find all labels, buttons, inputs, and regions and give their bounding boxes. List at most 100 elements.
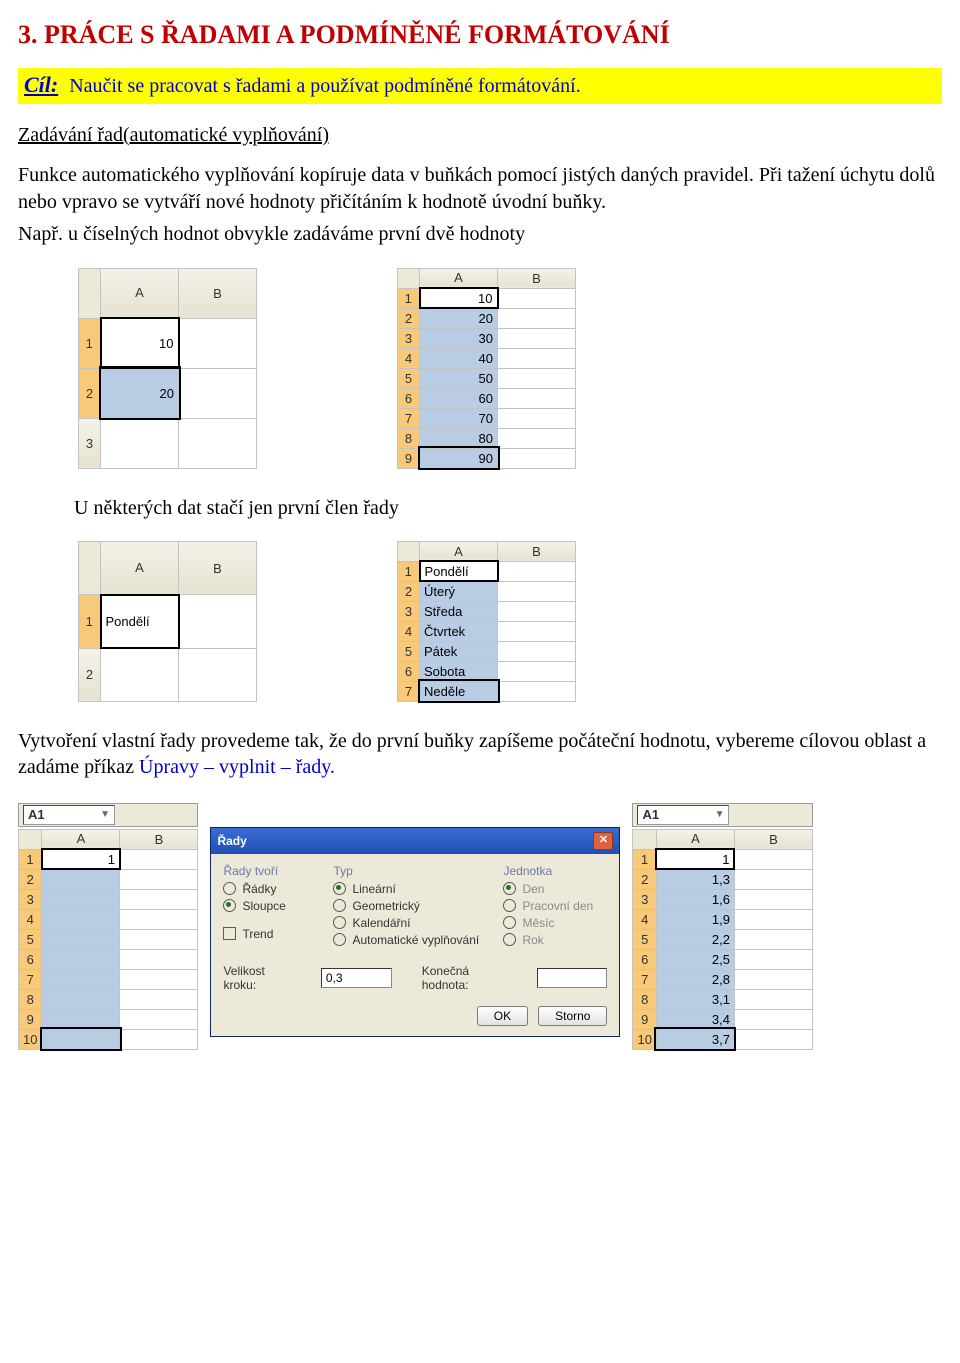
cell[interactable]	[734, 929, 812, 949]
end-input[interactable]	[537, 968, 608, 988]
row-header[interactable]: 7	[398, 408, 420, 428]
row-header[interactable]: 5	[633, 929, 656, 949]
cell[interactable]	[179, 648, 257, 701]
cell[interactable]	[498, 661, 576, 681]
cell[interactable]	[42, 969, 120, 989]
cell[interactable]: 3,4	[656, 1009, 734, 1029]
row-header[interactable]: 7	[19, 969, 42, 989]
cell[interactable]: Úterý	[420, 581, 498, 601]
cell[interactable]	[42, 1009, 120, 1029]
cell[interactable]: 80	[420, 428, 498, 448]
row-header[interactable]: 2	[633, 869, 656, 889]
cell[interactable]	[179, 595, 257, 648]
cell[interactable]	[734, 869, 812, 889]
cell[interactable]: 40	[420, 348, 498, 368]
col-header[interactable]: A	[101, 268, 179, 318]
name-box[interactable]: A1 ▼	[23, 805, 115, 825]
cell[interactable]	[120, 1029, 198, 1049]
col-header[interactable]: A	[42, 829, 120, 849]
cell[interactable]	[734, 1029, 812, 1049]
cell[interactable]: 2,2	[656, 929, 734, 949]
ok-button[interactable]: OK	[477, 1006, 528, 1026]
cell[interactable]	[42, 989, 120, 1009]
cell[interactable]	[120, 929, 198, 949]
cell[interactable]	[734, 989, 812, 1009]
radio-radky[interactable]: Řádky	[223, 882, 313, 896]
cell[interactable]	[734, 889, 812, 909]
row-header[interactable]: 6	[398, 388, 420, 408]
cell[interactable]	[179, 368, 257, 418]
cell[interactable]: 20	[101, 368, 179, 418]
cell[interactable]	[42, 929, 120, 949]
cell[interactable]	[101, 418, 179, 468]
checkbox-trend[interactable]: Trend	[223, 927, 313, 941]
cell[interactable]	[734, 1009, 812, 1029]
cell[interactable]	[498, 288, 576, 308]
col-header[interactable]: A	[420, 541, 498, 561]
cell[interactable]	[179, 318, 257, 368]
cell[interactable]	[120, 909, 198, 929]
col-header[interactable]: A	[101, 541, 179, 594]
cell[interactable]	[120, 969, 198, 989]
cell[interactable]: 1,9	[656, 909, 734, 929]
row-header[interactable]: 5	[19, 929, 42, 949]
row-header[interactable]: 2	[79, 368, 101, 418]
cell[interactable]	[498, 328, 576, 348]
row-header[interactable]: 7	[398, 681, 420, 701]
cell[interactable]: 90	[420, 448, 498, 468]
cell[interactable]	[42, 869, 120, 889]
cell[interactable]	[498, 308, 576, 328]
cell[interactable]: 2,8	[656, 969, 734, 989]
row-header[interactable]: 6	[398, 661, 420, 681]
cell[interactable]: Pátek	[420, 641, 498, 661]
row-header[interactable]: 3	[19, 889, 42, 909]
cell[interactable]: Neděle	[420, 681, 498, 701]
cell[interactable]	[120, 869, 198, 889]
cell[interactable]: Čtvrtek	[420, 621, 498, 641]
row-header[interactable]: 1	[79, 318, 101, 368]
cell[interactable]	[498, 681, 576, 701]
cell[interactable]: 70	[420, 408, 498, 428]
row-header[interactable]: 1	[79, 595, 101, 648]
row-header[interactable]: 9	[19, 1009, 42, 1029]
cell[interactable]: 3,7	[656, 1029, 734, 1049]
row-header[interactable]: 2	[398, 581, 420, 601]
col-header[interactable]: A	[420, 268, 498, 288]
row-header[interactable]: 10	[19, 1029, 42, 1049]
row-header[interactable]: 8	[19, 989, 42, 1009]
cell[interactable]: 1	[42, 849, 120, 869]
col-header[interactable]: B	[179, 268, 257, 318]
col-header[interactable]: B	[498, 541, 576, 561]
radio-autovypln[interactable]: Automatické vyplňování	[333, 933, 483, 947]
cell[interactable]	[179, 418, 257, 468]
row-header[interactable]: 3	[633, 889, 656, 909]
cell[interactable]	[498, 581, 576, 601]
radio-geometricky[interactable]: Geometrický	[333, 899, 483, 913]
row-header[interactable]: 7	[633, 969, 656, 989]
row-header[interactable]: 1	[398, 288, 420, 308]
cell[interactable]: 10	[101, 318, 179, 368]
cell[interactable]	[498, 641, 576, 661]
row-header[interactable]: 3	[398, 328, 420, 348]
col-header[interactable]: B	[179, 541, 257, 594]
radio-sloupce[interactable]: Sloupce	[223, 899, 313, 913]
cell[interactable]: 20	[420, 308, 498, 328]
col-header[interactable]: B	[734, 829, 812, 849]
row-header[interactable]: 6	[19, 949, 42, 969]
cell[interactable]: 60	[420, 388, 498, 408]
cell[interactable]: 30	[420, 328, 498, 348]
cell[interactable]	[42, 949, 120, 969]
cell[interactable]	[498, 408, 576, 428]
close-icon[interactable]: ✕	[593, 832, 613, 850]
row-header[interactable]: 4	[398, 621, 420, 641]
cell[interactable]: 2,5	[656, 949, 734, 969]
row-header[interactable]: 2	[19, 869, 42, 889]
cell[interactable]	[498, 621, 576, 641]
row-header[interactable]: 1	[633, 849, 656, 869]
cell[interactable]	[498, 561, 576, 581]
step-input[interactable]: 0,3	[321, 968, 392, 988]
cell[interactable]: 1,3	[656, 869, 734, 889]
cancel-button[interactable]: Storno	[538, 1006, 607, 1026]
dropdown-icon[interactable]: ▼	[100, 809, 110, 820]
cell[interactable]	[120, 1009, 198, 1029]
